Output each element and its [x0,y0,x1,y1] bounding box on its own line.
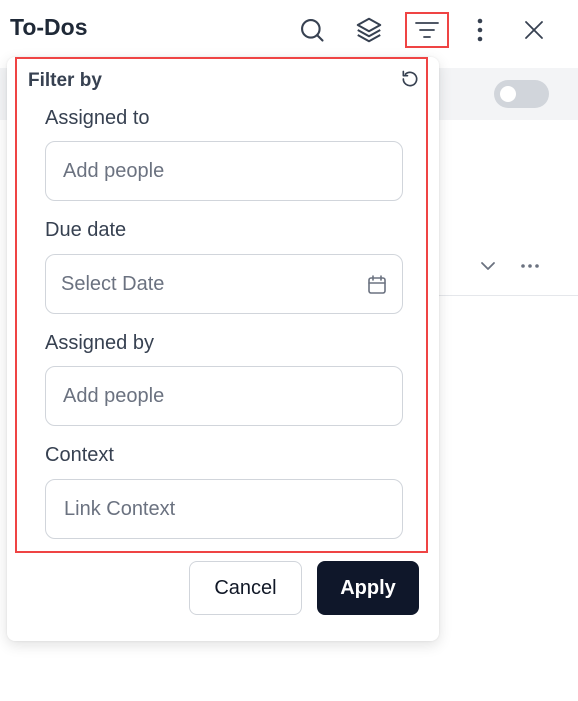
due-date-placeholder: Select Date [61,272,165,295]
assigned-to-label: Assigned to [45,107,150,129]
due-date-label: Due date [45,219,127,241]
assigned-by-placeholder: Add people [63,384,165,407]
reset-icon[interactable] [399,68,421,90]
chevron-down-icon[interactable] [478,256,498,276]
panel-header: To-Dos [0,0,578,60]
toggle-switch[interactable] [494,80,549,108]
close-icon[interactable] [518,12,550,48]
cancel-button[interactable]: Cancel [189,561,302,615]
divider [430,295,578,296]
more-vertical-icon[interactable] [464,12,496,48]
layers-icon[interactable] [353,12,385,48]
assigned-to-input[interactable]: Add people [45,141,403,201]
assigned-by-input[interactable]: Add people [45,366,403,426]
filter-title: Filter by [28,70,102,91]
assigned-to-placeholder: Add people [63,159,165,182]
page-title: To-Dos [10,14,88,40]
search-icon[interactable] [296,12,328,48]
due-date-picker[interactable]: Select Date [45,254,403,314]
more-horizontal-icon[interactable] [518,256,542,276]
context-label: Context [45,444,114,466]
context-placeholder: Link Context [64,497,176,520]
assigned-by-label: Assigned by [45,332,154,354]
toggle-knob [500,86,516,102]
filter-button[interactable] [405,12,449,48]
filter-icon [415,22,439,38]
apply-button[interactable]: Apply [317,561,419,615]
context-input[interactable]: Link Context [45,479,403,539]
calendar-icon [366,274,388,296]
